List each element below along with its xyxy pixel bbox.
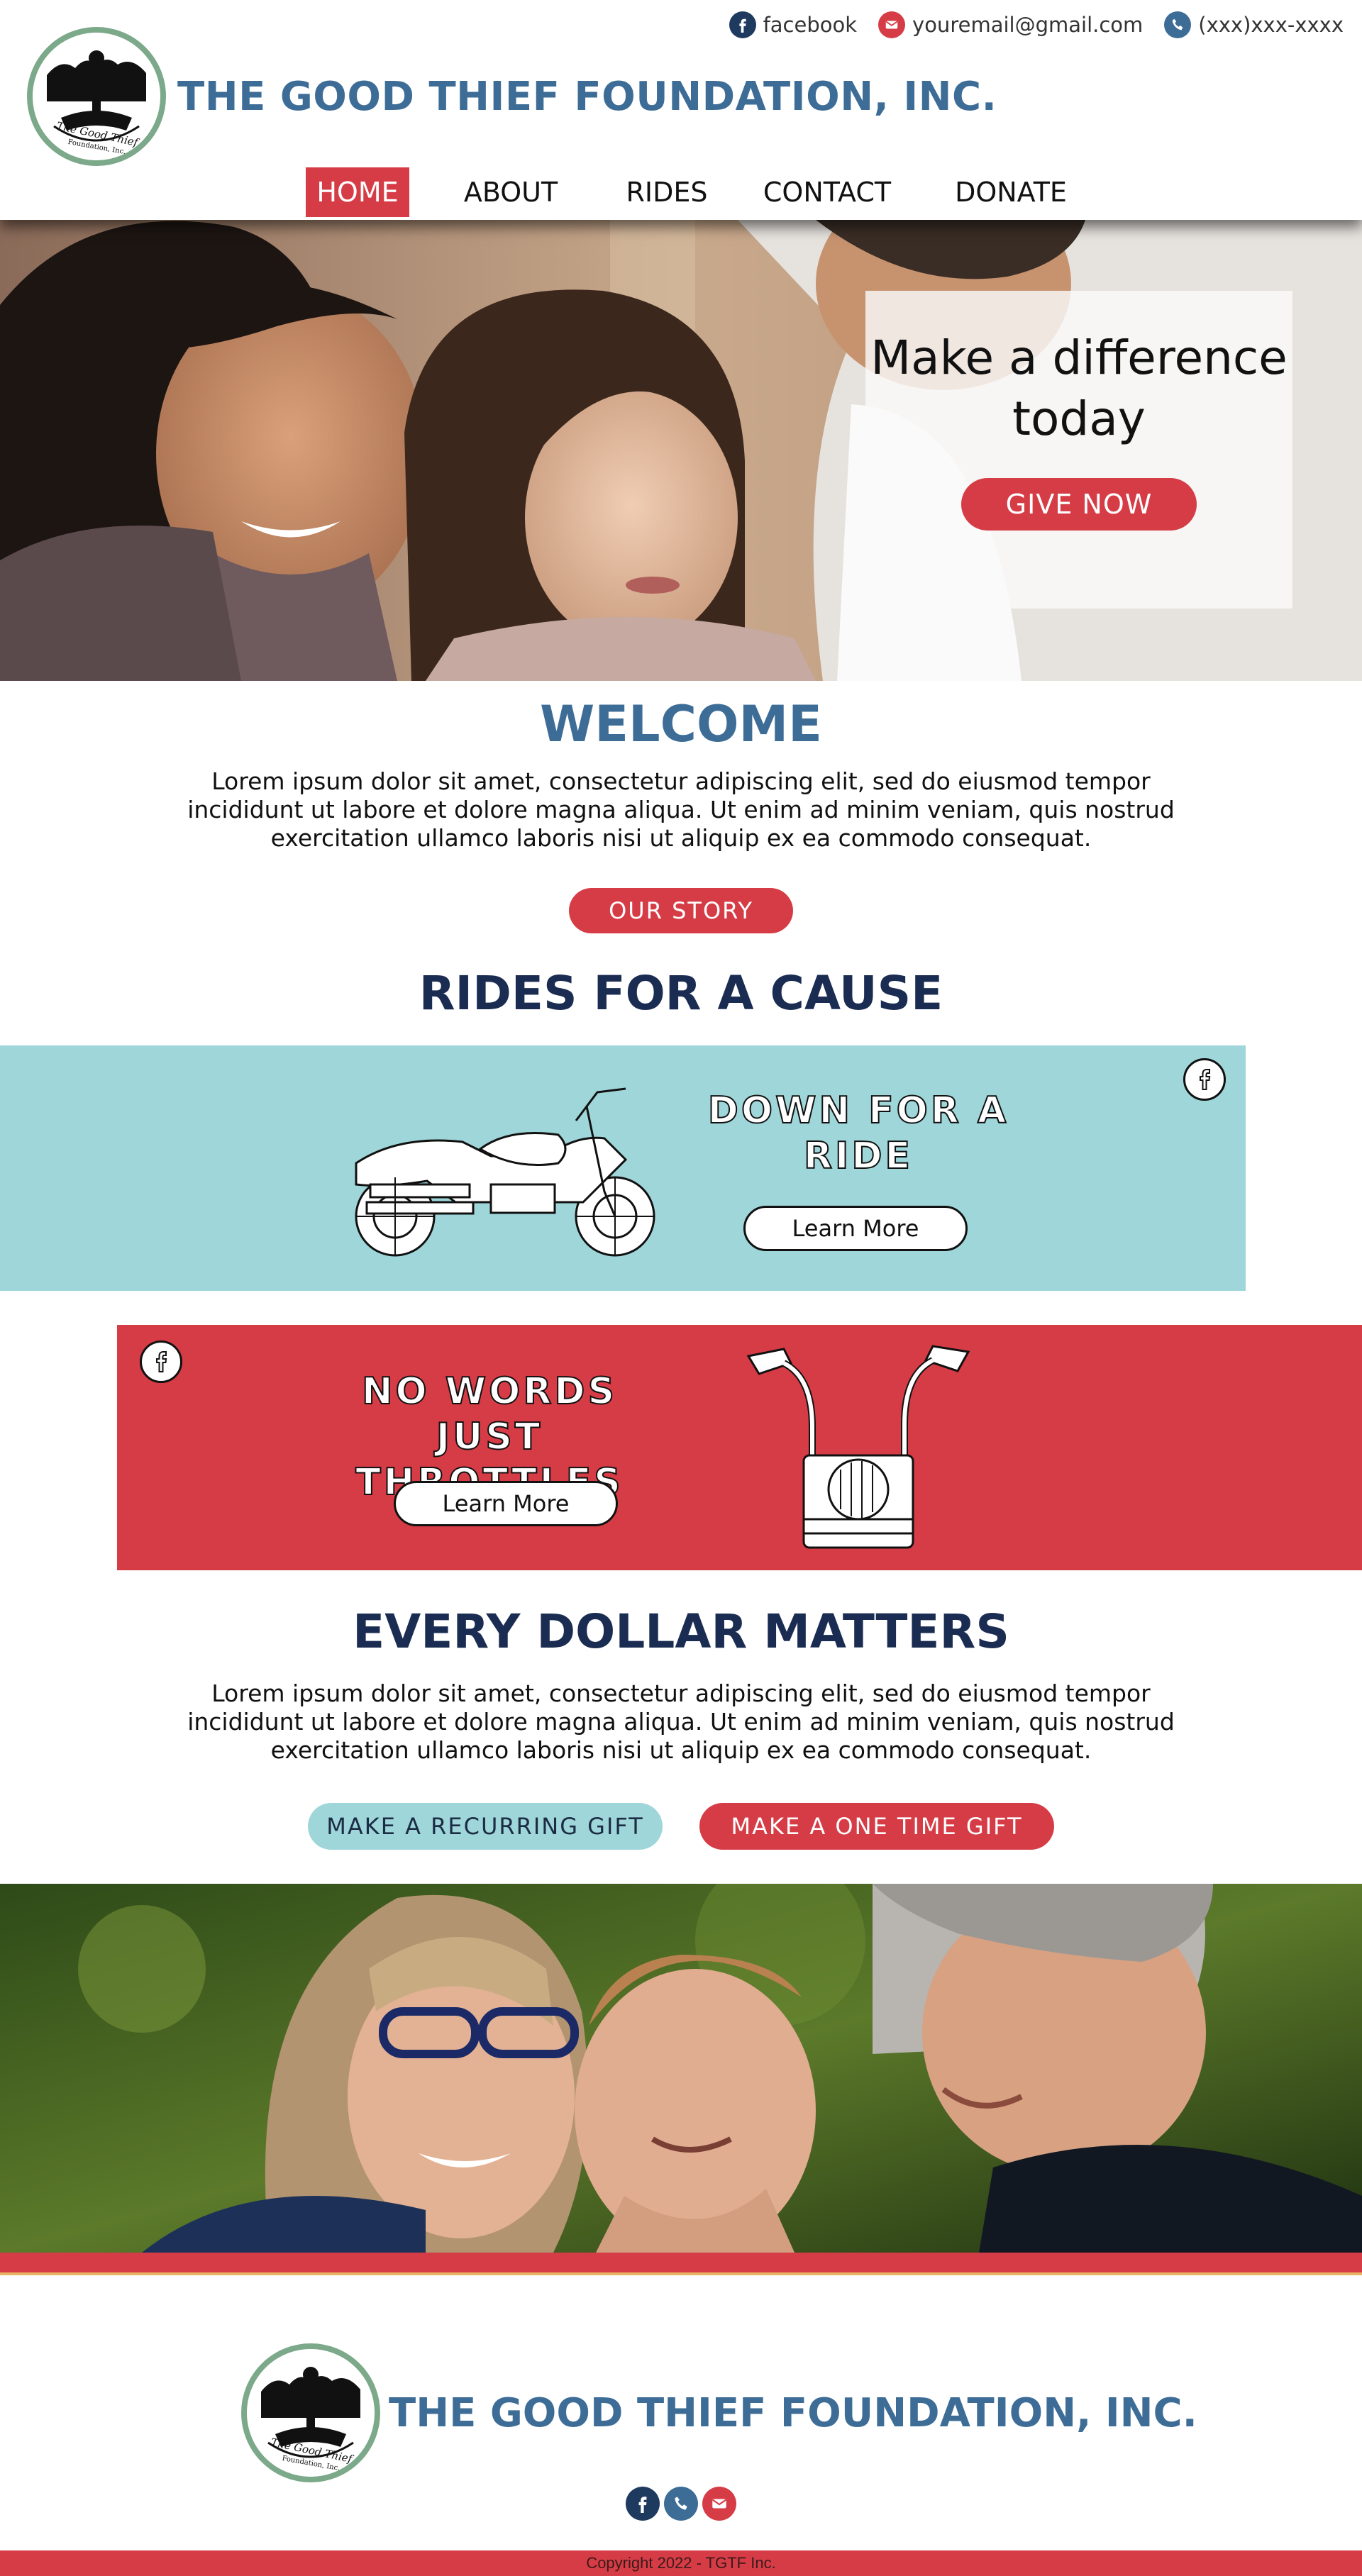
nav-donate[interactable]: DONATE — [943, 167, 1078, 217]
footer-logo[interactable]: The Good Thief Foundation, Inc. — [241, 2343, 380, 2482]
phone-link-label: (xxx)xxx-xxxx — [1198, 13, 1344, 37]
email-link[interactable]: youremail@gmail.com — [878, 11, 1143, 38]
welcome-text: Lorem ipsum dolor sit amet, consectetur … — [187, 767, 1175, 852]
nav-about[interactable]: ABOUT — [454, 167, 568, 217]
gold-divider — [0, 2272, 1362, 2275]
phone-link[interactable]: (xxx)xxx-xxxx — [1164, 11, 1344, 38]
one-time-gift-button[interactable]: MAKE A ONE TIME GIFT — [699, 1803, 1054, 1850]
hero-heading: Make a difference today — [870, 331, 1288, 446]
ride-1-facebook-icon[interactable] — [1183, 1058, 1226, 1101]
email-icon[interactable] — [702, 2487, 736, 2521]
our-story-button[interactable]: OUR STORY — [569, 888, 793, 933]
facebook-link-label: facebook — [763, 13, 858, 37]
facebook-icon — [729, 11, 756, 38]
footer-social-icons — [0, 2487, 1362, 2521]
red-divider — [0, 2253, 1362, 2272]
ride-2-facebook-icon[interactable] — [140, 1340, 182, 1383]
rides-heading: RIDES FOR A CAUSE — [419, 966, 943, 1021]
foundation-logo[interactable]: The Good Thief Foundation, Inc. — [27, 27, 166, 166]
footer-logo-emblem: The Good Thief Foundation, Inc. — [247, 2349, 375, 2477]
contact-bar: facebook youremail@gmail.com (xxx)xxx-xx… — [729, 11, 1344, 38]
site-header: facebook youremail@gmail.com (xxx)xxx-xx… — [0, 0, 1362, 220]
footer-title[interactable]: THE GOOD THIEF FOUNDATION, INC. — [389, 2390, 1197, 2436]
ride-event-banner-2: NO WORDS JUST THROTTLES Learn More — [117, 1325, 1362, 1570]
donate-text: Lorem ipsum dolor sit amet, consectetur … — [187, 1680, 1175, 1764]
site-title[interactable]: THE GOOD THIEF FOUNDATION, INC. — [177, 74, 997, 120]
family-photo-section — [0, 1884, 1362, 2253]
motorcycle-icon — [355, 1087, 655, 1257]
family-photo — [0, 1884, 1362, 2253]
nav-contact[interactable]: CONTACT — [752, 167, 902, 217]
facebook-icon[interactable] — [626, 2487, 660, 2521]
donation-callout: Make a difference today GIVE NOW — [865, 291, 1292, 609]
nav-home[interactable]: HOME — [306, 167, 409, 217]
nav-rides[interactable]: RIDES — [610, 167, 724, 217]
give-now-button[interactable]: GIVE NOW — [961, 478, 1197, 531]
learn-more-button-1[interactable]: Learn More — [743, 1206, 968, 1251]
hero-section: Make a difference today GIVE NOW — [0, 220, 1362, 681]
email-icon — [878, 11, 906, 38]
main-nav: HOME ABOUT RIDES CONTACT DONATE — [0, 167, 1362, 217]
logo-emblem: The Good Thief Foundation, Inc. — [33, 33, 160, 160]
facebook-link[interactable]: facebook — [729, 11, 857, 38]
email-link-label: youremail@gmail.com — [912, 13, 1144, 37]
ride-event-heading-1: DOWN FOR A RIDE — [707, 1089, 1009, 1178]
copyright-bar: Copyright 2022 - TGTF Inc. — [0, 2550, 1362, 2576]
handlebars-icon — [746, 1345, 970, 1549]
recurring-gift-button[interactable]: MAKE A RECURRING GIFT — [308, 1803, 663, 1850]
learn-more-button-2[interactable]: Learn More — [394, 1481, 618, 1526]
copyright-text: Copyright 2022 - TGTF Inc. — [586, 2554, 776, 2572]
welcome-heading: WELCOME — [540, 695, 822, 753]
donate-heading: EVERY DOLLAR MATTERS — [353, 1604, 1009, 1659]
ride-event-banner-1: DOWN FOR A RIDE Learn More — [0, 1045, 1246, 1291]
phone-icon — [1164, 11, 1192, 38]
phone-icon[interactable] — [664, 2487, 698, 2521]
